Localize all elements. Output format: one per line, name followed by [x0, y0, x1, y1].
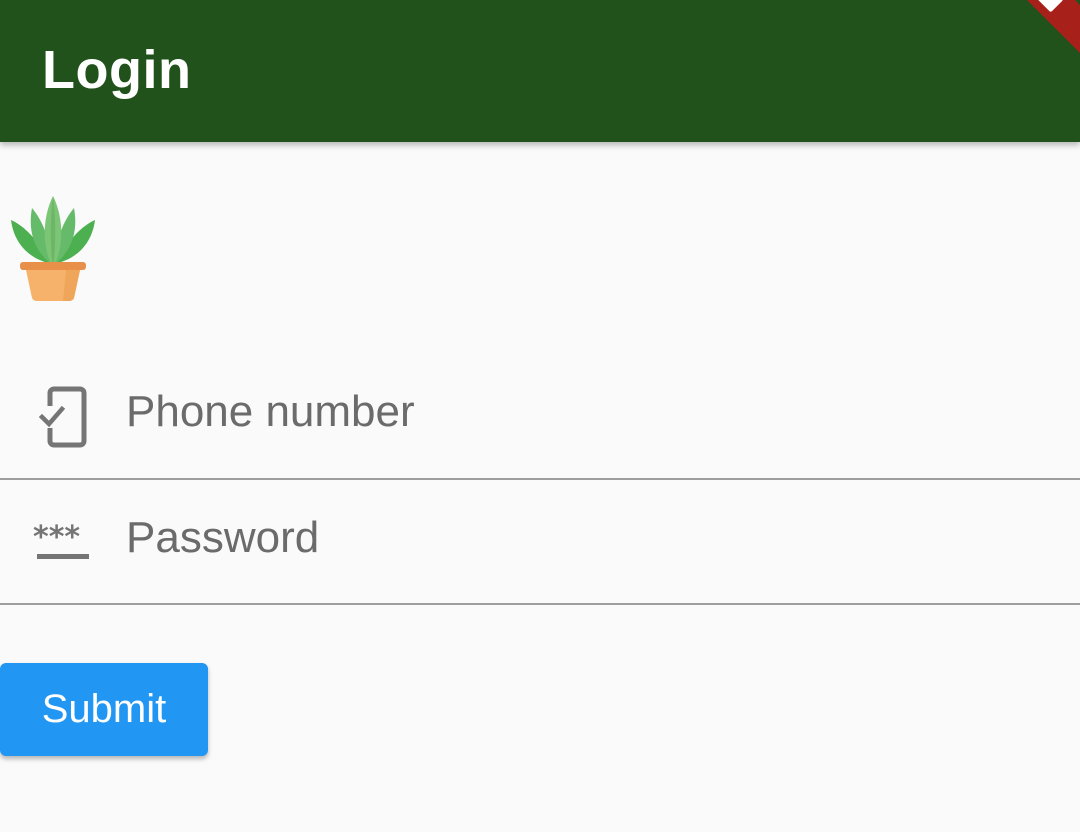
phone-number-input[interactable] — [126, 384, 1026, 440]
debug-banner — [974, 0, 1080, 75]
app-bar: Login — [0, 0, 1080, 142]
password-icon: *** — [33, 520, 89, 559]
page-title: Login — [42, 40, 192, 100]
password-field-underline — [0, 603, 1080, 605]
phone-field-underline — [0, 478, 1080, 480]
phone-check-icon — [36, 386, 87, 448]
svg-text:***: *** — [33, 520, 80, 555]
submit-button[interactable]: Submit — [0, 663, 208, 756]
phone-field — [0, 370, 1080, 480]
password-input[interactable] — [126, 510, 1026, 566]
debug-banner-mark — [1035, 0, 1064, 13]
potted-plant-icon — [11, 196, 95, 301]
password-field: *** — [0, 496, 1080, 606]
